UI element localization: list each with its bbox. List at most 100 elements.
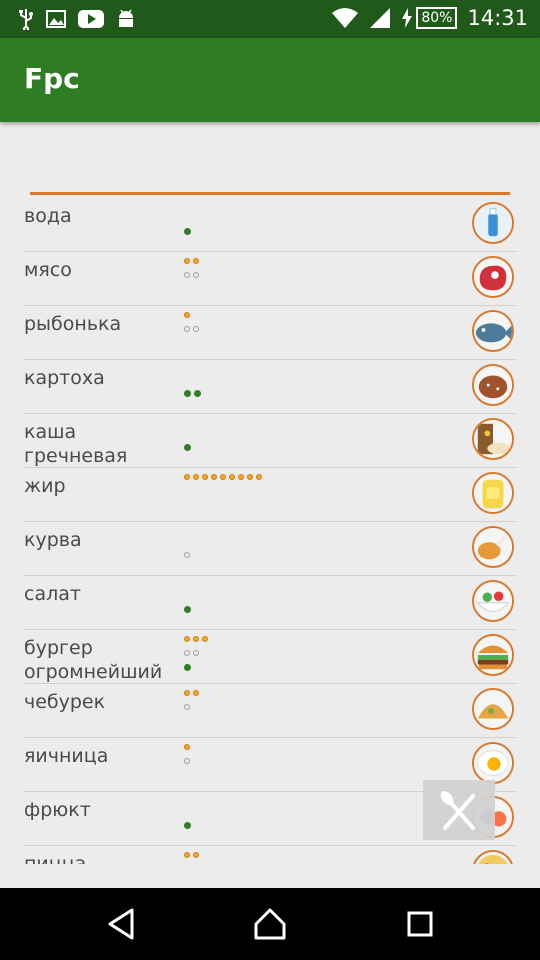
nutrient-dots	[184, 798, 304, 844]
nutrient-dots	[184, 258, 304, 304]
list-item[interactable]: каша гречневая	[0, 414, 540, 468]
list-item[interactable]: пицца	[0, 846, 540, 864]
food-name: бургер огромнейший	[24, 637, 163, 683]
green-dot	[184, 664, 191, 671]
nutrient-dots	[184, 852, 304, 864]
list-item[interactable]: курва	[0, 522, 540, 576]
burger-icon	[472, 634, 514, 676]
orange-dot	[184, 690, 190, 696]
list-item[interactable]: рыбонька	[0, 306, 540, 360]
orange-dot	[193, 636, 199, 642]
list-item[interactable]: картоха	[0, 360, 540, 414]
battery-level: 80%	[416, 7, 458, 29]
list-item[interactable]: жир	[0, 468, 540, 522]
pizza-icon	[472, 850, 514, 864]
system-icons: 80% 14:31	[331, 6, 528, 30]
orange-dot	[202, 474, 208, 480]
hollow-dot	[184, 326, 190, 332]
orange-dot	[238, 474, 244, 480]
orange-dot	[193, 258, 199, 264]
hollow-dot	[193, 650, 199, 656]
food-name: вода	[24, 205, 72, 227]
nutrient-dots	[184, 528, 304, 574]
fried-egg-icon	[472, 742, 514, 784]
hollow-dot	[184, 552, 190, 558]
orange-dot	[229, 474, 235, 480]
orange-dot	[220, 474, 226, 480]
porridge-icon	[472, 418, 514, 460]
food-name: рыбонька	[24, 313, 122, 335]
fat-jar-icon	[472, 472, 514, 514]
image-icon	[46, 10, 66, 28]
list-item[interactable]: салат	[0, 576, 540, 630]
water-bottle-icon	[472, 202, 514, 244]
orange-dot	[211, 474, 217, 480]
food-name: чебурек	[24, 691, 106, 713]
nutrient-dots	[184, 366, 304, 412]
orange-dot	[184, 312, 190, 318]
food-name: яичница	[24, 745, 109, 767]
list-item[interactable]: вода	[0, 198, 540, 252]
hollow-dot	[184, 272, 190, 278]
app-bar: Fpc	[0, 38, 540, 122]
home-icon[interactable]	[250, 904, 290, 944]
wifi-icon	[332, 8, 359, 28]
hollow-dot	[184, 758, 190, 764]
food-name: салат	[24, 583, 81, 605]
hollow-dot	[184, 704, 190, 710]
hollow-dot	[184, 650, 190, 656]
clock: 14:31	[467, 6, 528, 30]
list-item[interactable]: мясо	[0, 252, 540, 306]
salad-icon	[472, 580, 514, 622]
android-icon	[119, 9, 133, 27]
orange-dot	[184, 636, 190, 642]
orange-dot	[184, 852, 190, 858]
green-dot	[184, 822, 191, 829]
orange-dot	[202, 636, 208, 642]
green-dot	[184, 606, 191, 613]
green-dot	[194, 390, 201, 397]
status-bar: 80% 14:31	[0, 0, 540, 38]
battery-indicator: 80%	[401, 7, 458, 29]
orange-dot	[193, 852, 199, 858]
green-dot	[184, 444, 191, 451]
back-icon[interactable]	[102, 904, 142, 944]
nutrient-dots	[184, 690, 304, 736]
orange-dot	[247, 474, 253, 480]
hollow-dot	[193, 326, 199, 332]
recents-icon[interactable]	[400, 904, 440, 944]
navigation-bar	[0, 888, 540, 960]
food-list[interactable]: вода мясо рыбонька картоха каша гречневая жир…	[0, 198, 540, 864]
hollow-dot	[193, 272, 199, 278]
chicken-leg-icon	[472, 526, 514, 568]
list-item[interactable]: чебурек	[0, 684, 540, 738]
orange-dot	[184, 258, 190, 264]
orange-dot	[184, 474, 190, 480]
food-name: пицца	[24, 853, 87, 864]
cutlery-icon	[440, 791, 475, 830]
fish-icon	[472, 310, 514, 352]
food-name: мясо	[24, 259, 72, 281]
nutrient-dots	[184, 474, 304, 520]
usb-icon	[19, 9, 33, 30]
youtube-icon	[78, 10, 104, 28]
green-dot	[184, 228, 191, 235]
nutrient-dots	[184, 204, 304, 250]
list-item[interactable]: бургер огромнейший	[0, 630, 540, 684]
green-dot	[184, 390, 191, 397]
notification-icons	[18, 8, 136, 30]
orange-dot	[193, 690, 199, 696]
cutlery-button[interactable]	[423, 780, 495, 840]
nutrient-dots	[184, 582, 304, 628]
steak-icon	[472, 256, 514, 298]
pastry-icon	[472, 688, 514, 730]
food-name: каша гречневая	[24, 421, 128, 467]
header-divider	[30, 192, 510, 195]
food-name: жир	[24, 475, 66, 497]
nutrient-dots	[184, 312, 304, 358]
orange-dot	[193, 474, 199, 480]
potato-icon	[472, 364, 514, 406]
signal-icon	[370, 8, 391, 28]
food-name: курва	[24, 529, 82, 551]
orange-dot	[184, 744, 190, 750]
